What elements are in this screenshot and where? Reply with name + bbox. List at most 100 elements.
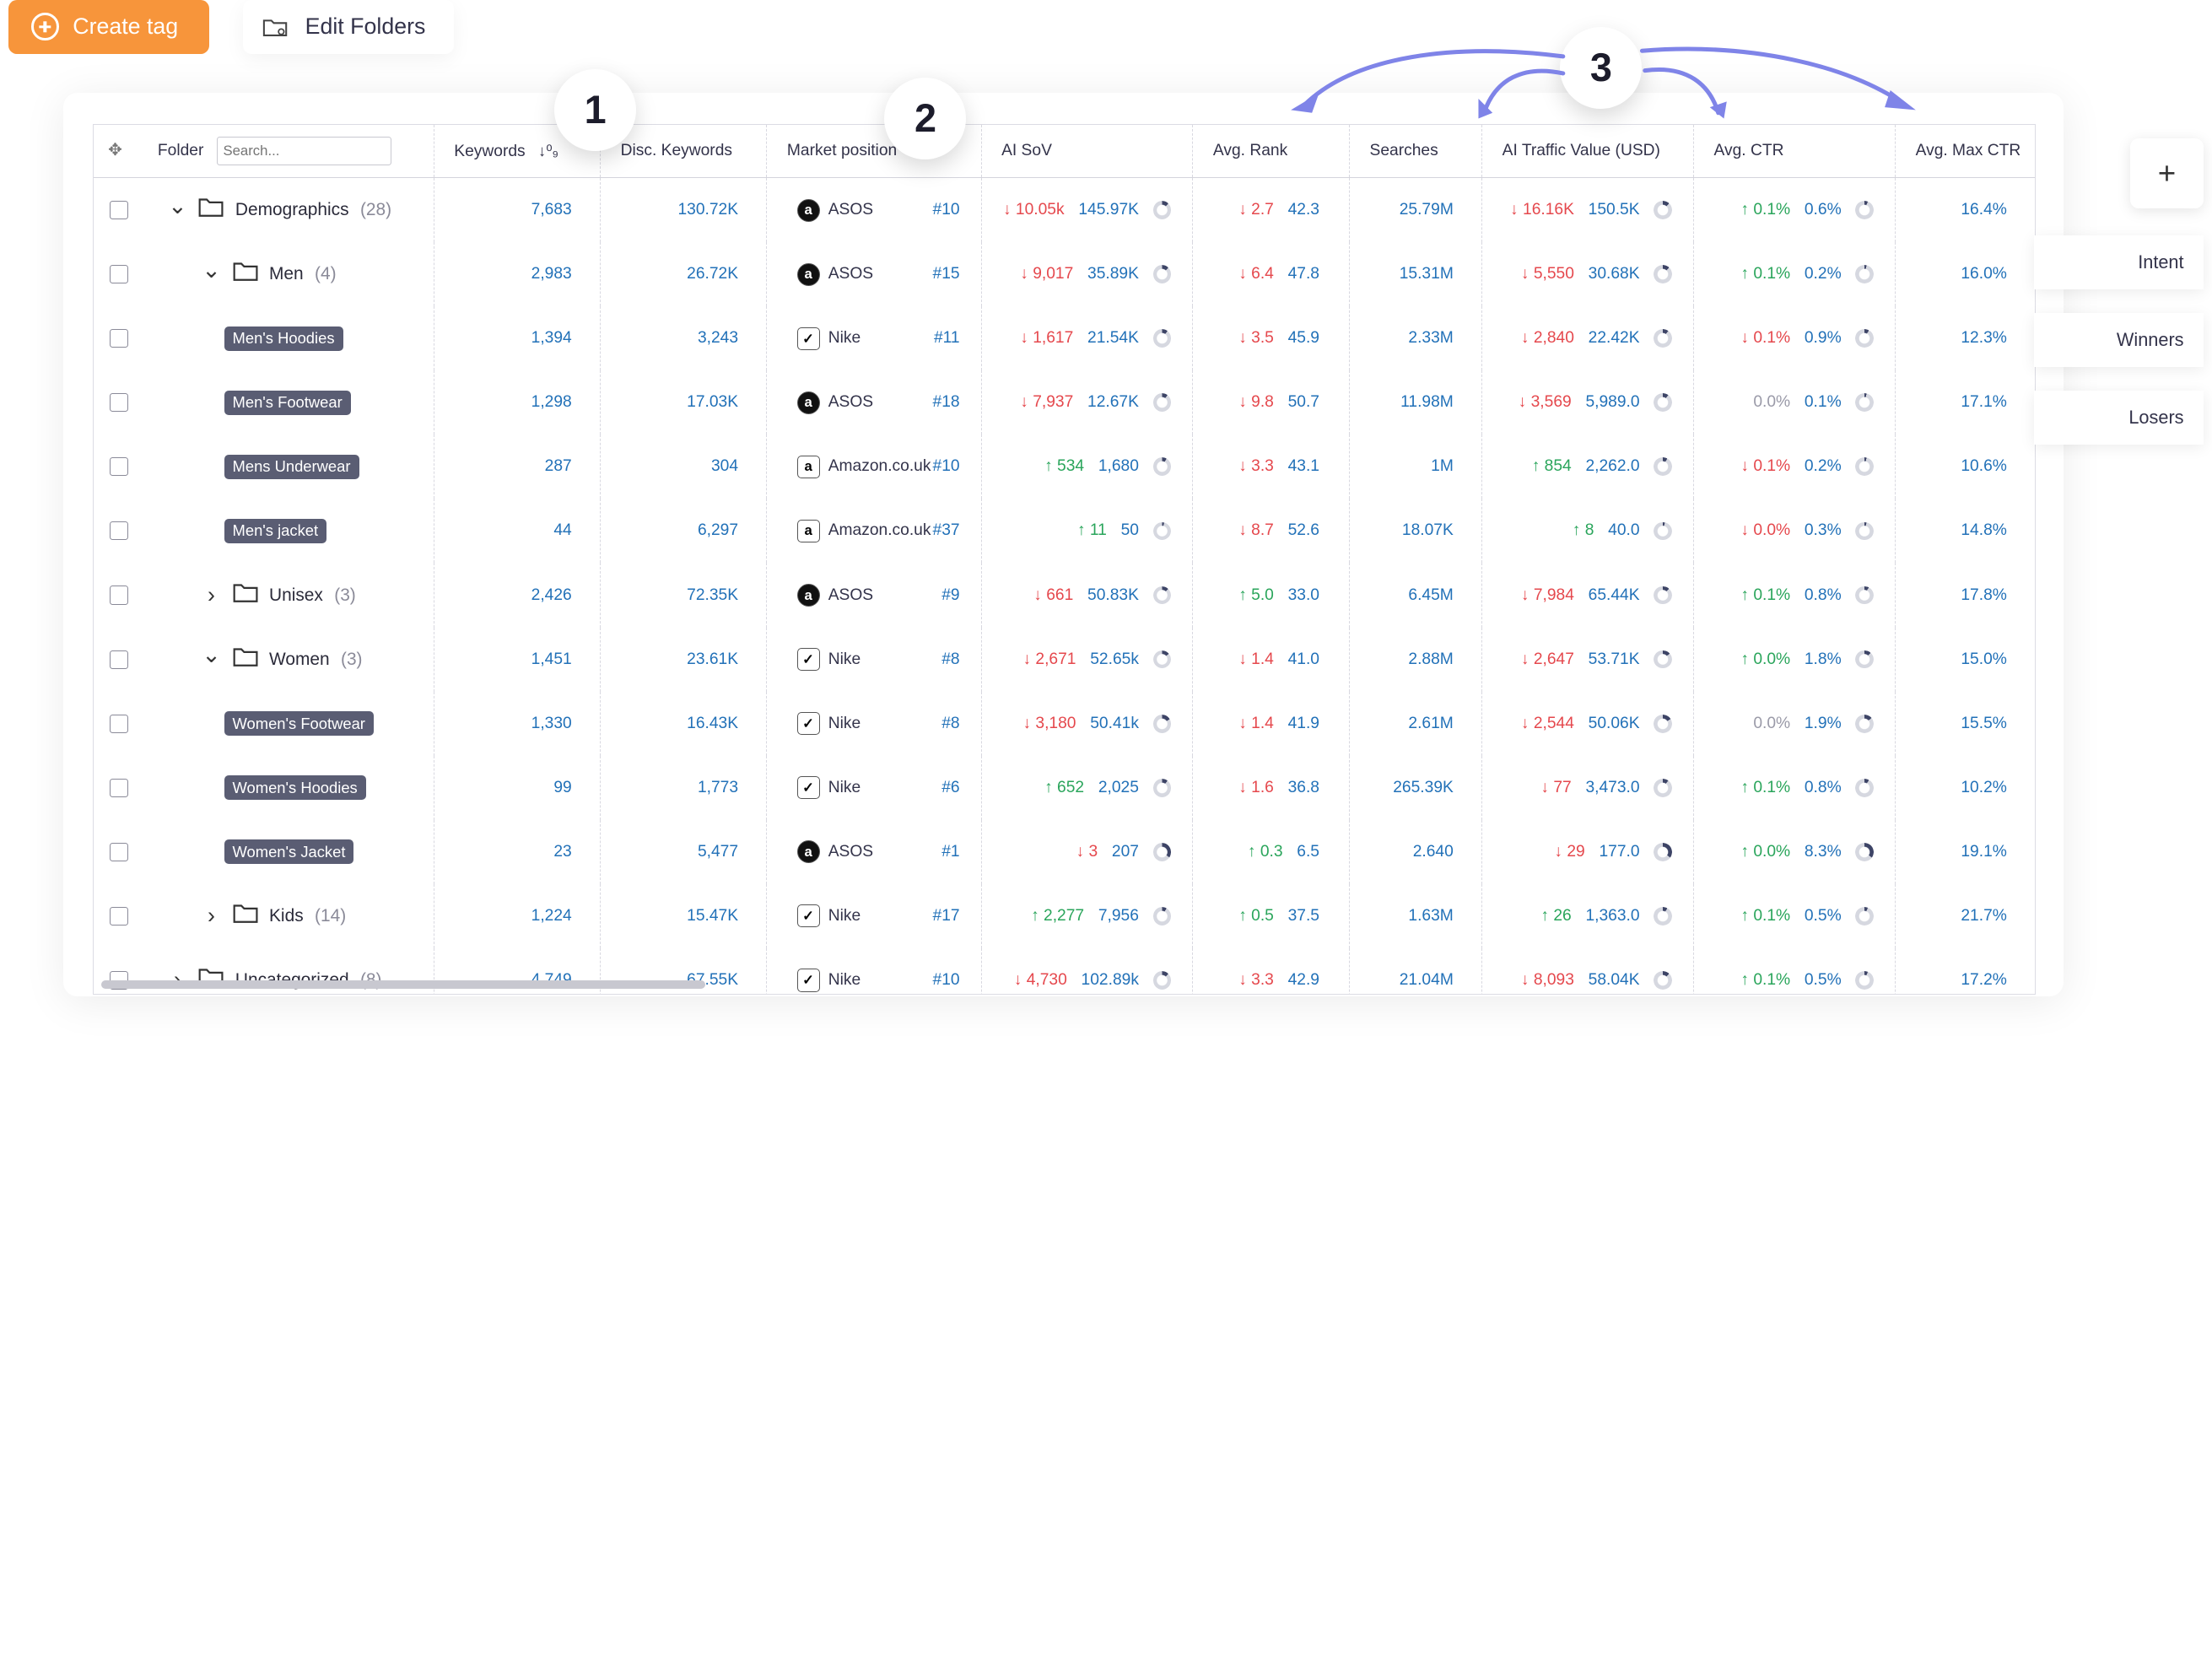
tag-chip[interactable]: Men's jacket xyxy=(224,519,327,543)
folder-row[interactable]: ⌄ Women (3) 1,451 23.61K ✓ Nike #8 ↓ 2,671 52.65k… xyxy=(94,627,2036,692)
tag-chip[interactable]: Men's Footwear xyxy=(224,390,351,415)
chevron-right-icon[interactable]: › xyxy=(202,582,221,607)
trend-arrow-icon: ↓ xyxy=(1740,457,1754,476)
edit-folders-button[interactable]: Edit Folders xyxy=(243,0,454,54)
tag-chip[interactable]: Women's Hoodies xyxy=(224,775,366,801)
avg-ctr-value: 0.6% xyxy=(1804,201,1842,219)
asos-logo-icon: a xyxy=(796,262,820,286)
ai-traffic-value-delta-value: 2,544 xyxy=(1533,714,1574,732)
add-filter-button[interactable]: + xyxy=(2130,138,2204,209)
ai-sov-delta: ↓ 661 xyxy=(1033,586,1073,605)
avg-rank-delta-value: 5.0 xyxy=(1251,586,1274,604)
ai-sov-value: 1,680 xyxy=(1098,457,1139,476)
row-checkbox[interactable] xyxy=(109,842,128,861)
row-checkbox[interactable] xyxy=(109,393,128,413)
chevron-down-icon[interactable]: ⌄ xyxy=(202,642,221,667)
avg-rank: ↑ 0.3 6.5 xyxy=(1195,843,1347,861)
row-checkbox[interactable] xyxy=(109,906,128,926)
sort-icon[interactable]: ↓⁰₉ xyxy=(538,142,558,159)
ai-sov: ↑ 11 50 xyxy=(983,521,1190,541)
row-checkbox[interactable] xyxy=(109,265,128,284)
folder-count: (3) xyxy=(334,585,356,605)
folder-row[interactable]: › Unisex (3) 2,426 72.35K a ASOS #9 ↓ 661 50.83K ↑… xyxy=(94,563,2036,628)
row-checkbox[interactable] xyxy=(109,329,128,348)
folder-icon xyxy=(198,197,224,222)
folder-search-input[interactable] xyxy=(216,137,392,165)
brand-name: ASOS xyxy=(828,265,874,283)
drag-handle-icon[interactable]: ✥ xyxy=(108,139,127,160)
trend-arrow-icon: ↓ xyxy=(1554,842,1567,861)
trend-arrow-icon: ↓ xyxy=(1520,714,1534,732)
folder-settings-icon xyxy=(263,19,288,37)
tag-row[interactable]: Men's jacket 44 6,297 a Amazon.co.uk #37 ↑ 11 5… xyxy=(94,499,2036,564)
ai-sov-delta-value: 9,017 xyxy=(1033,265,1074,283)
market-position: a ASOS #10 xyxy=(769,198,979,222)
row-checkbox[interactable] xyxy=(109,714,128,733)
tag-chip[interactable]: Men's Hoodies xyxy=(224,326,343,351)
avg-rank-delta-value: 1.4 xyxy=(1251,714,1274,732)
ai-traffic-value-cell: ↓ 2,544 50.06K xyxy=(1481,691,1694,756)
tag-row[interactable]: Men's Footwear 1,298 17.03K a ASOS #18 ↓ 7,937… xyxy=(94,370,2036,435)
folder-name: Demographics xyxy=(235,200,349,220)
trend-arrow-icon: ↓ xyxy=(1022,650,1036,668)
folder-row[interactable]: ⌄ Demographics (28) 7,683 130.72K a ASOS #10 ↓ 1… xyxy=(94,177,2036,243)
avg-ctr-value: 0.5% xyxy=(1804,970,1842,989)
chevron-down-icon[interactable]: ⌄ xyxy=(202,257,221,283)
tag-row[interactable]: Mens Underwear 287 304 a Amazon.co.uk #10 ↑ 53… xyxy=(94,434,2036,499)
row-checkbox[interactable] xyxy=(109,586,128,605)
intent-filter[interactable]: Intent xyxy=(2034,235,2204,289)
avg-ctr-header[interactable]: Avg. CTR xyxy=(1693,125,1896,179)
trend-arrow-icon: ↓ xyxy=(1020,393,1033,412)
market-rank: #10 xyxy=(932,970,960,989)
row-checkbox[interactable] xyxy=(109,457,128,477)
progress-ring-icon xyxy=(1152,650,1172,669)
tag-chip[interactable]: Women's Footwear xyxy=(224,711,374,736)
avg-max-ctr-header[interactable]: Avg. Max CTR xyxy=(1895,125,2036,179)
ai-traffic-value-cell: ↓ 2,647 53.71K xyxy=(1481,627,1694,692)
keywords-cell: 99 xyxy=(433,755,601,820)
trend-arrow-icon: ↓ xyxy=(1740,521,1754,540)
searches-header[interactable]: Searches xyxy=(1349,125,1482,179)
edit-folders-label: Edit Folders xyxy=(305,13,426,40)
tag-row[interactable]: Men's Hoodies 1,394 3,243 ✓ Nike #11 ↓ 1,617 21… xyxy=(94,306,2036,371)
brand: a Amazon.co.uk xyxy=(796,455,931,478)
avg-ctr-delta: ↓ 0.1% xyxy=(1740,329,1790,348)
avg-ctr-value: 0.9% xyxy=(1804,329,1842,348)
chevron-right-icon[interactable]: › xyxy=(202,903,221,928)
horizontal-scrollbar[interactable] xyxy=(101,980,706,990)
ai-sov-header[interactable]: AI SoV xyxy=(980,125,1193,179)
ai-sov: ↓ 10.05k 145.97K xyxy=(983,201,1190,219)
avg-ctr-cell: ↑ 0.0% 8.3% xyxy=(1693,819,1896,884)
progress-ring-icon xyxy=(1654,265,1673,283)
avg-rank-delta-value: 3.3 xyxy=(1251,970,1274,989)
losers-filter[interactable]: Losers xyxy=(2034,391,2204,445)
chevron-down-icon[interactable]: ⌄ xyxy=(168,193,187,219)
tree-node: Women's Footwear xyxy=(95,711,432,736)
folder-cell: ⌄ Women (3) xyxy=(94,628,434,692)
ai-sov-delta: ↓ 2,671 xyxy=(1022,650,1076,669)
tag-row[interactable]: Women's Footwear 1,330 16.43K ✓ Nike #8 ↓ 3,18… xyxy=(94,691,2036,756)
avg-rank-delta-value: 2.7 xyxy=(1251,201,1274,219)
row-checkbox[interactable] xyxy=(109,778,128,797)
create-tag-button[interactable]: Create tag xyxy=(8,0,209,54)
row-checkbox[interactable] xyxy=(109,201,128,220)
market-rank: #8 xyxy=(941,650,960,668)
avg-rank-header[interactable]: Avg. Rank xyxy=(1192,125,1350,179)
tag-chip[interactable]: Women's Jacket xyxy=(224,839,354,865)
tag-row[interactable]: Women's Hoodies 99 1,773 ✓ Nike #6 ↑ 652 2,025 ↓… xyxy=(94,755,2036,820)
ai-traffic-value-delta: ↓ 3,569 xyxy=(1519,393,1572,412)
row-checkbox[interactable] xyxy=(109,521,128,541)
disc-keywords-value: 5,477 xyxy=(697,842,739,861)
folder-row[interactable]: › Kids (14) 1,224 15.47K ✓ Nike #17 ↑ 2,277 7,956… xyxy=(94,883,2036,948)
folder-row[interactable]: ⌄ Men (4) 2,983 26.72K a ASOS #15 ↓ 9,017 35.89K ↓… xyxy=(94,242,2036,307)
trend-arrow-icon: ↓ xyxy=(1740,329,1754,348)
ai-traffic-value-header[interactable]: AI Traffic Value (USD) xyxy=(1481,125,1694,179)
ai-sov-cell: ↑ 652 2,025 xyxy=(980,755,1193,820)
progress-ring-icon xyxy=(1152,265,1172,283)
tag-row[interactable]: Women's Jacket 23 5,477 a ASOS #1 ↓ 3 207 ↑ 0.3 6… xyxy=(94,819,2036,884)
winners-filter[interactable]: Winners xyxy=(2034,313,2204,367)
ai-sov-delta-value: 661 xyxy=(1046,586,1074,604)
progress-ring-icon xyxy=(1152,329,1172,348)
tag-chip[interactable]: Mens Underwear xyxy=(224,455,359,479)
row-checkbox[interactable] xyxy=(109,650,128,669)
